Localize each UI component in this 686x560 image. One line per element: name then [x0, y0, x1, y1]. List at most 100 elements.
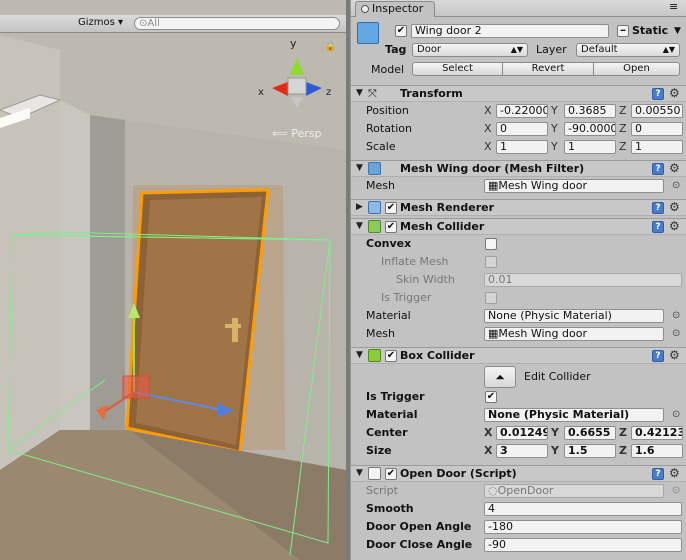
- scale-z-label[interactable]: Z: [619, 140, 627, 153]
- static-checkbox[interactable]: ━: [617, 25, 629, 37]
- open-door-script-header[interactable]: ▼ ✔ Open Door (Script) ? ⚙: [351, 465, 686, 482]
- mesh-collider-trigger-checkbox: [485, 292, 497, 304]
- size-x-label[interactable]: X: [484, 444, 492, 457]
- edit-collider-button[interactable]: ⏶: [484, 366, 516, 388]
- rot-x-label[interactable]: X: [484, 122, 492, 135]
- center-y-label[interactable]: Y: [551, 426, 559, 439]
- door-close-angle-field[interactable]: -90: [484, 538, 682, 552]
- box-collider-enabled-checkbox[interactable]: ✔: [385, 350, 397, 362]
- mesh-collider-title: Mesh Collider: [400, 220, 485, 233]
- help-icon[interactable]: ?: [652, 468, 664, 480]
- foldout-expanded-icon[interactable]: ▼: [356, 163, 363, 173]
- mesh-renderer-enabled-checkbox[interactable]: ✔: [385, 202, 397, 214]
- rot-y-label[interactable]: Y: [551, 122, 558, 135]
- pos-z-label[interactable]: Z: [619, 104, 627, 117]
- object-picker-icon[interactable]: ⊙: [672, 310, 680, 321]
- foldout-expanded-icon[interactable]: ▼: [356, 468, 363, 478]
- gear-icon[interactable]: ⚙: [669, 86, 680, 100]
- object-name-field[interactable]: Wing door 2: [411, 24, 609, 38]
- size-z-field[interactable]: 1.6: [631, 444, 683, 458]
- size-label: Size: [366, 444, 392, 457]
- pos-y-label[interactable]: Y: [551, 104, 558, 117]
- tab-inspector[interactable]: Inspector: [355, 1, 435, 17]
- object-picker-icon[interactable]: ⊙: [672, 409, 680, 420]
- box-trigger-checkbox[interactable]: ✔: [485, 391, 497, 403]
- help-icon[interactable]: ?: [652, 350, 664, 362]
- object-picker-icon[interactable]: ⊙: [672, 180, 680, 191]
- scale-x-label[interactable]: X: [484, 140, 492, 153]
- foldout-expanded-icon[interactable]: ▼: [356, 221, 363, 231]
- smooth-field[interactable]: 4: [484, 502, 682, 516]
- size-x-field[interactable]: 3: [496, 444, 548, 458]
- gear-icon[interactable]: ⚙: [669, 219, 680, 233]
- axis-y-label: y: [290, 37, 297, 50]
- gear-icon[interactable]: ⚙: [669, 161, 680, 175]
- mesh-collider-mesh-field[interactable]: ▦Mesh Wing door: [484, 327, 664, 341]
- center-x-label[interactable]: X: [484, 426, 492, 439]
- help-icon[interactable]: ?: [652, 221, 664, 233]
- tag-value: Door: [417, 44, 442, 55]
- mesh-collider-material-field[interactable]: None (Physic Material): [484, 309, 664, 323]
- box-collider-header[interactable]: ▼ ✔ Box Collider ? ⚙: [351, 347, 686, 364]
- scale-z-field[interactable]: 1: [631, 140, 683, 154]
- gear-icon[interactable]: ⚙: [669, 348, 680, 362]
- rotation-x-field[interactable]: 0: [496, 122, 548, 136]
- layer-dropdown[interactable]: Default ▲▼: [576, 43, 680, 57]
- position-x-field[interactable]: -0.22000: [496, 104, 548, 118]
- lock-icon[interactable]: 🔒: [324, 40, 336, 54]
- size-y-label[interactable]: Y: [551, 444, 559, 457]
- axis-x-label: x: [258, 87, 264, 98]
- model-revert-button[interactable]: Revert: [502, 62, 594, 76]
- gizmos-dropdown[interactable]: Gizmos ▾: [78, 17, 123, 28]
- open-door-enabled-checkbox[interactable]: ✔: [385, 468, 397, 480]
- mesh-collider-material-label: Material: [366, 309, 411, 322]
- gear-icon[interactable]: ⚙: [669, 466, 680, 480]
- model-select-button[interactable]: Select: [412, 62, 503, 76]
- scale-y-field[interactable]: 1: [564, 140, 616, 154]
- edit-collider-icon: ⏶: [495, 370, 505, 384]
- panel-menu-icon[interactable]: ≡: [669, 0, 678, 14]
- mesh-filter-header[interactable]: ▼ Mesh Wing door (Mesh Filter) ? ⚙: [351, 160, 686, 177]
- transform-header[interactable]: ▼ ⤧ Transform ? ⚙: [351, 85, 686, 102]
- rotation-z-field[interactable]: 0: [631, 122, 683, 136]
- tag-dropdown[interactable]: Door ▲▼: [412, 43, 528, 57]
- box-material-field[interactable]: None (Physic Material): [484, 408, 664, 422]
- scale-y-label[interactable]: Y: [551, 140, 558, 153]
- edit-collider-label: Edit Collider: [524, 370, 591, 383]
- static-dropdown-icon[interactable]: ▼: [674, 24, 681, 38]
- persp-label[interactable]: ⟸ Persp: [272, 127, 322, 141]
- scene-search-input[interactable]: ⊙All: [134, 17, 340, 30]
- mesh-renderer-header[interactable]: ▶ ✔ Mesh Renderer ? ⚙: [351, 199, 686, 216]
- foldout-collapsed-icon[interactable]: ▶: [356, 202, 363, 212]
- convex-checkbox[interactable]: [485, 238, 497, 250]
- help-icon[interactable]: ?: [652, 163, 664, 175]
- mesh-filter-mesh-field[interactable]: ▦Mesh Wing door: [484, 179, 664, 193]
- center-x-field[interactable]: 0.01249: [496, 426, 548, 440]
- pos-x-label[interactable]: X: [484, 104, 492, 117]
- door-open-angle-field[interactable]: -180: [484, 520, 682, 534]
- center-z-label[interactable]: Z: [619, 426, 627, 439]
- foldout-expanded-icon[interactable]: ▼: [356, 88, 363, 98]
- gear-icon[interactable]: ⚙: [669, 200, 680, 214]
- mesh-collider-enabled-checkbox[interactable]: ✔: [385, 221, 397, 233]
- scene-render[interactable]: [0, 0, 346, 560]
- foldout-expanded-icon[interactable]: ▼: [356, 350, 363, 360]
- position-z-field[interactable]: 0.00550: [631, 104, 683, 118]
- scale-x-field[interactable]: 1: [496, 140, 548, 154]
- center-y-field[interactable]: 0.6655: [564, 426, 616, 440]
- position-y-field[interactable]: 0.3685: [564, 104, 616, 118]
- convex-label: Convex: [366, 237, 412, 250]
- layer-value: Default: [581, 44, 618, 55]
- help-icon[interactable]: ?: [652, 88, 664, 100]
- active-checkbox[interactable]: ✔: [395, 25, 407, 37]
- scene-view[interactable]: Gizmos ▾ ⊙All y x z 🔒 ⟸ Persp: [0, 0, 346, 560]
- size-y-field[interactable]: 1.5: [564, 444, 616, 458]
- model-open-button[interactable]: Open: [593, 62, 680, 76]
- rot-z-label[interactable]: Z: [619, 122, 627, 135]
- size-z-label[interactable]: Z: [619, 444, 627, 457]
- mesh-collider-header[interactable]: ▼ ✔ Mesh Collider ? ⚙: [351, 218, 686, 235]
- help-icon[interactable]: ?: [652, 202, 664, 214]
- object-picker-icon[interactable]: ⊙: [672, 328, 680, 339]
- rotation-y-field[interactable]: -90.0000: [564, 122, 616, 136]
- center-z-field[interactable]: 0.42123: [631, 426, 683, 440]
